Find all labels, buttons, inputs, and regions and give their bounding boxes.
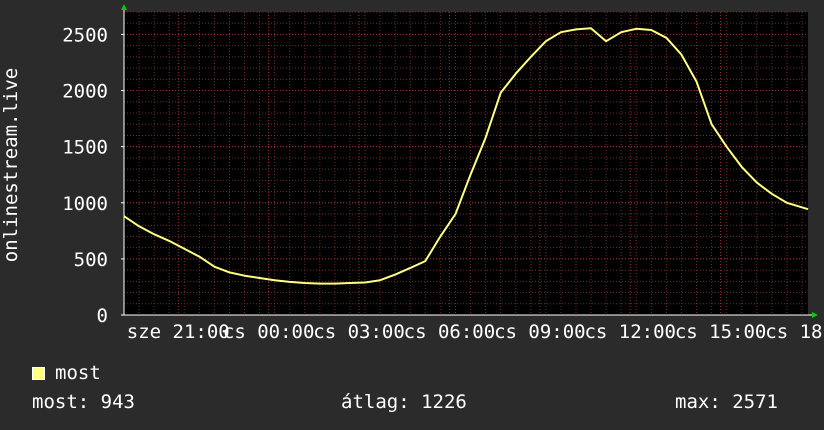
plot-area — [124, 12, 808, 315]
y-tick-label: 500 — [74, 249, 108, 271]
legend: most — [32, 362, 101, 384]
x-tick-label: sze 21:00 — [127, 321, 230, 343]
y-axis-arrow — [121, 4, 127, 10]
y-tick-label: 1500 — [62, 137, 108, 159]
stat-maximum: max: 2571 — [675, 391, 778, 413]
stat-average: átlag: 1226 — [341, 391, 467, 413]
x-tick-label: cs 15:00 — [675, 321, 767, 343]
legend-label: most — [55, 362, 101, 384]
x-axis-arrow — [812, 312, 818, 318]
x-tick-label: cs 12:00 — [584, 321, 676, 343]
legend-swatch — [32, 366, 45, 380]
x-tick-label: cs 03:00 — [313, 321, 405, 343]
chart: 05001000150020002500 sze 21:00cs 00:00cs… — [0, 4, 824, 343]
y-tick-label: 2500 — [62, 24, 108, 46]
x-tick-label: cs 18:00 — [765, 321, 824, 343]
x-tick-label: cs 06:00 — [404, 321, 496, 343]
stat-current: most: 943 — [32, 391, 135, 413]
y-tick-label: 0 — [97, 305, 108, 327]
x-tick-labels: sze 21:00cs 00:00cs 03:00cs 06:00cs 09:0… — [127, 321, 824, 343]
y-tick-labels: 0 500 1000 1500 2000 2500 — [62, 24, 124, 327]
y-tick-label: 1000 — [62, 193, 108, 215]
x-tick-label: cs 00:00 — [223, 321, 315, 343]
x-tick-label: cs 09:00 — [494, 321, 586, 343]
y-tick-label: 2000 — [62, 81, 108, 103]
y-axis-label: onlinestream.live — [0, 68, 22, 262]
